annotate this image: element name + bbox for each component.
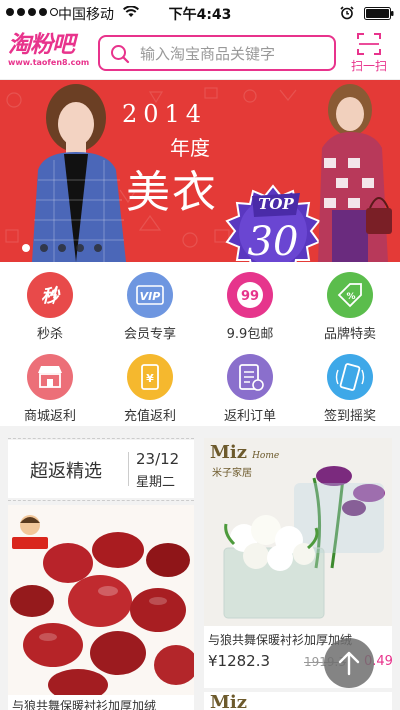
banner-year: 2014 [122, 100, 208, 128]
brand-name: Miz [210, 442, 247, 463]
banner-pagination[interactable] [22, 244, 102, 252]
category-label: 充值返利 [123, 409, 176, 424]
picks-date: 23/12 [136, 450, 180, 468]
app-header: 淘粉吧 www.taofen8.com 扫一扫 [0, 26, 400, 80]
category-label: 商城返利 [23, 409, 76, 424]
search-bar[interactable] [98, 35, 336, 71]
featured-picks-header: 超返精选 23/12 星期二 [8, 440, 194, 498]
picks-weekday: 星期二 [136, 475, 176, 490]
store-icon [27, 354, 73, 400]
phone-shake-icon [327, 354, 373, 400]
scan-button[interactable]: 扫一扫 [346, 30, 392, 76]
recharge-icon: ¥ [127, 354, 173, 400]
banner-dot[interactable] [40, 244, 48, 252]
banner-dot[interactable] [76, 244, 84, 252]
search-icon [111, 45, 130, 64]
divider [8, 438, 194, 439]
product-title: 与狼共舞保暖衬衫加厚加绒 [12, 699, 157, 710]
svg-text:99: 99 [241, 289, 259, 304]
banner-dot[interactable] [22, 244, 30, 252]
category-label: 会员专享 [123, 327, 176, 342]
arrow-up-icon [338, 651, 360, 676]
taofen8-logo[interactable]: 淘粉吧 www.taofen8.com [8, 32, 92, 74]
divider [8, 500, 194, 501]
brand-logo: Miz Home [210, 442, 279, 463]
svg-text:%: % [346, 292, 355, 302]
category-brand-sale[interactable]: % 品牌特卖 [300, 262, 400, 342]
brand-name: Miz [210, 692, 247, 710]
top-label: TOP [258, 195, 294, 213]
model-right-image [318, 84, 392, 262]
search-input[interactable] [140, 43, 330, 65]
category-label: 签到摇奖 [323, 409, 376, 424]
shop-logo [12, 511, 48, 551]
status-bar: 中国移动 下午4:43 [0, 0, 400, 26]
order-icon [227, 354, 273, 400]
scan-label: 扫一扫 [350, 59, 387, 73]
battery-icon [364, 7, 394, 20]
divider [128, 452, 129, 486]
category-vip[interactable]: VIP 会员专享 [100, 262, 200, 342]
category-grid: 秒 秒杀 VIP 会员专享 99 9.9包邮 % 品牌特卖 商城返利 ¥ 充值返… [0, 262, 400, 426]
banner-title: 美衣 [126, 167, 218, 218]
product-card[interactable]: 与狼共舞保暖衬衫加厚加绒 [8, 505, 194, 710]
category-free-shipping[interactable]: 99 9.9包邮 [200, 262, 300, 342]
ninety-nine-icon: 99 [227, 272, 273, 318]
category-label: 9.9包邮 [226, 327, 274, 342]
promo-banner[interactable]: 2014 年度 美衣 TOP 30 [0, 80, 400, 262]
svg-text:VIP: VIP [140, 290, 161, 303]
banner-dot[interactable] [58, 244, 66, 252]
category-label: 返利订单 [223, 409, 276, 424]
product-card[interactable]: Miz [204, 692, 392, 710]
category-recharge-rebate[interactable]: ¥ 充值返利 [100, 344, 200, 424]
flash-sale-icon: 秒 [27, 272, 73, 318]
product-price: ¥1282.3 [208, 652, 271, 670]
logo-url: www.taofen8.com [8, 58, 90, 67]
alarm-icon [340, 6, 354, 20]
model-left-image [32, 84, 126, 262]
category-label: 品牌特卖 [323, 327, 376, 342]
category-flash-sale[interactable]: 秒 秒杀 [0, 262, 100, 342]
brand-chinese-name: 米子家居 [212, 468, 252, 479]
vip-icon: VIP [127, 272, 173, 318]
banner-dot[interactable] [94, 244, 102, 252]
brand-tag-icon: % [327, 272, 373, 318]
back-to-top-button[interactable] [324, 638, 374, 688]
category-store-rebate[interactable]: 商城返利 [0, 344, 100, 424]
svg-text:秒: 秒 [41, 286, 61, 307]
svg-text:¥: ¥ [146, 372, 154, 385]
category-checkin-lottery[interactable]: 签到摇奖 [300, 344, 400, 424]
category-rebate-orders[interactable]: 返利订单 [200, 344, 300, 424]
brand-sub: Home [252, 451, 280, 461]
scan-icon [357, 33, 381, 55]
category-label: 秒杀 [36, 327, 63, 342]
logo-text: 淘粉吧 [8, 32, 75, 58]
picks-title: 超返精选 [30, 461, 102, 482]
